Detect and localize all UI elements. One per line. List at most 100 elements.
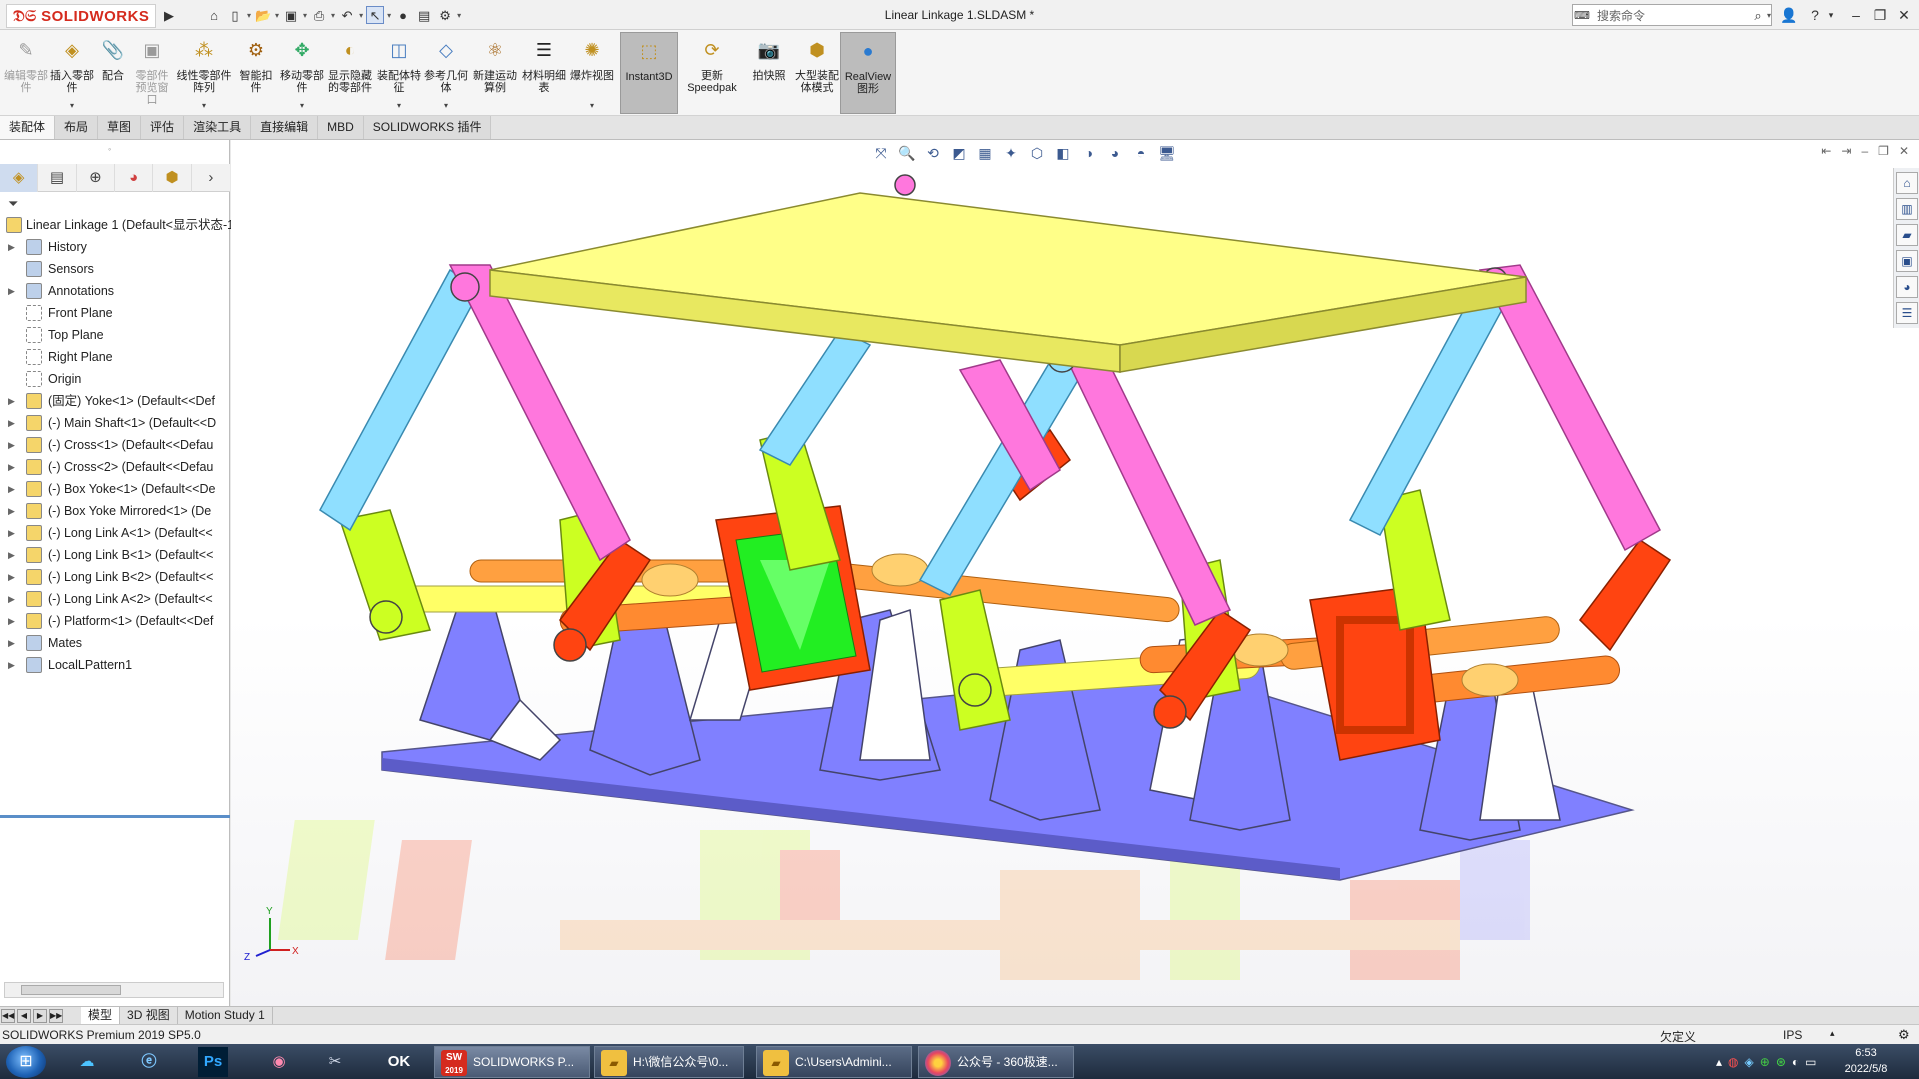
tab-render-tools[interactable]: 渲染工具 (184, 116, 252, 139)
expand-twisty-icon[interactable]: ▶ (8, 544, 15, 566)
graphics-area[interactable]: ⤧ 🔍 ⟲ ◩ ▦ ✦ ⬡ ◧ ◑ ◕ ◓ 🖥 ⇤ ⇥ – ❐ ✕ Y X Z … (231, 140, 1919, 1006)
tree-item[interactable]: ▶ (固定) Yoke<1> (Default<<Def (0, 390, 230, 412)
close-icon[interactable]: ✕ (1893, 4, 1915, 26)
search-commands-input[interactable]: ⌨ 搜索命令 ⌕ ▾ (1572, 4, 1772, 26)
tree-item[interactable]: ▶ (-) Box Yoke<1> (Default<<De (0, 478, 230, 500)
tree-item[interactable]: Top Plane (0, 324, 230, 346)
home-icon[interactable]: ⌂ (205, 6, 223, 24)
solidworks-logo[interactable]: 𝔇𝔖 SOLIDWORKS (6, 4, 156, 28)
traffic-light-icon[interactable]: ● (394, 6, 412, 24)
options-gear-icon[interactable]: ⚙ (436, 6, 454, 24)
save-dropdown-icon[interactable]: ▾ (303, 11, 307, 20)
expand-twisty-icon[interactable]: ▶ (8, 610, 15, 632)
taskbar-solidworks-button[interactable]: SW 2019 SOLIDWORKS P... (434, 1046, 590, 1078)
tab-layout[interactable]: 布局 (55, 116, 99, 139)
undo-icon[interactable]: ↶ (338, 6, 356, 24)
tab-evaluate[interactable]: 评估 (141, 116, 185, 139)
linear-pattern-button[interactable]: ⁂ 线性零部件阵列 ▾ (176, 32, 232, 114)
expand-twisty-icon[interactable]: ▶ (8, 456, 15, 478)
tray-360-icon[interactable]: ⊕ (1760, 1055, 1770, 1069)
new-motion-study-button[interactable]: ⚛ 新建运动算例 (472, 32, 518, 114)
search-mode-icon[interactable]: ⌨ (1573, 6, 1591, 24)
tab-motion-study-1[interactable]: Motion Study 1 (178, 1007, 273, 1024)
start-button[interactable]: ⊞ (6, 1046, 46, 1078)
save-icon[interactable]: ▣ (282, 6, 300, 24)
tab-3d-views[interactable]: 3D 视图 (120, 1007, 178, 1024)
insert-component-button[interactable]: ◈ 插入零部件 ▾ (50, 32, 94, 114)
exploded-view-button[interactable]: ✺ 爆炸视图 ▾ (570, 32, 614, 114)
tab-assembly[interactable]: 装配体 (0, 116, 56, 139)
tab-solidworks-addins[interactable]: SOLIDWORKS 插件 (363, 116, 492, 139)
dimxpert-tab-icon[interactable]: ⬢ (153, 164, 192, 192)
print-dropdown-icon[interactable]: ▾ (331, 11, 335, 20)
status-settings-icon[interactable]: ⚙ (1898, 1027, 1910, 1043)
expand-twisty-icon[interactable]: ▶ (8, 566, 15, 588)
file-properties-icon[interactable]: ▤ (415, 6, 433, 24)
help-dropdown-icon[interactable]: ▾ (1820, 4, 1842, 26)
expand-twisty-icon[interactable]: ▶ (8, 654, 15, 676)
assembly-features-button[interactable]: ◫ 装配体特征 ▾ (376, 32, 422, 114)
select-dropdown-icon[interactable]: ▾ (387, 11, 391, 20)
tray-app-icon[interactable]: ◍ (1728, 1055, 1738, 1069)
first-tab-nav-icon[interactable]: ◀◀ (1, 1008, 15, 1023)
open-dropdown-icon[interactable]: ▾ (275, 11, 279, 20)
tray-volume-icon[interactable]: ◐ (1792, 1055, 1799, 1069)
display-manager-tab-icon[interactable]: ◕ (115, 164, 154, 192)
screenshot-tool-icon[interactable]: ◉ (254, 1047, 304, 1077)
filter-icon[interactable]: ⏷ (8, 196, 18, 212)
tree-item[interactable]: ▶ (-) Cross<1> (Default<<Defau (0, 434, 230, 456)
design-library-icon[interactable]: ▥ (1896, 198, 1918, 220)
tray-security-icon[interactable]: ⊛ (1776, 1055, 1786, 1069)
expand-twisty-icon[interactable]: ▶ (8, 478, 15, 500)
assembly-model-view[interactable]: Y X Z (231, 140, 1919, 1006)
update-speedpak-button[interactable]: ⟳ 更新Speedpak (684, 32, 740, 114)
show-hidden-components-button[interactable]: ◐ 显示隐藏的零部件 (328, 32, 372, 114)
options-dropdown-icon[interactable]: ▾ (457, 11, 461, 20)
tree-item[interactable]: ▶ (-) Cross<2> (Default<<Defau (0, 456, 230, 478)
expand-twisty-icon[interactable]: ▶ (8, 588, 15, 610)
tab-direct-editing[interactable]: 直接编辑 (251, 116, 319, 139)
prev-tab-nav-icon[interactable]: ◀ (17, 1008, 31, 1023)
ie-browser-icon[interactable]: ⓔ (124, 1047, 174, 1077)
tab-model[interactable]: 模型 (81, 1007, 121, 1024)
photoshop-icon[interactable]: Ps (198, 1047, 228, 1077)
unit-system[interactable]: IPS (1783, 1028, 1802, 1042)
undo-dropdown-icon[interactable]: ▾ (359, 11, 363, 20)
restore-icon[interactable]: ❐ (1869, 4, 1891, 26)
mate-button[interactable]: 📎 配合 (96, 32, 130, 114)
tree-item[interactable]: ▶ (-) Main Shaft<1> (Default<<D (0, 412, 230, 434)
file-explorer-icon[interactable]: ▰ (1896, 224, 1918, 246)
taskbar-explorer-wechat-button[interactable]: ▰ H:\微信公众号\0... (594, 1046, 744, 1078)
bill-of-materials-button[interactable]: ☰ 材料明细表 (522, 32, 566, 114)
new-document-icon[interactable]: ▯ (226, 6, 244, 24)
scrollbar-thumb[interactable] (21, 985, 121, 995)
tree-root-assembly[interactable]: Linear Linkage 1 (Default<显示状态-1>) (0, 214, 246, 236)
component-preview-button[interactable]: ▣ 零部件预览窗口 (132, 32, 172, 114)
select-pointer-icon[interactable]: ↖ (366, 6, 385, 24)
expand-twisty-icon[interactable]: ▶ (8, 412, 15, 434)
taskbar-explorer-users-button[interactable]: ▰ C:\Users\Admini... (756, 1046, 912, 1078)
expand-twisty-icon[interactable]: ▶ (8, 500, 15, 522)
expand-twisty-icon[interactable]: ▶ (8, 280, 15, 302)
user-icon[interactable]: 👤 (1778, 4, 1800, 26)
tree-item[interactable]: ▶ LocalLPattern1 (0, 654, 230, 676)
baidu-netdisk-icon[interactable]: ☁ (62, 1047, 112, 1077)
search-dropdown-icon[interactable]: ▾ (1767, 11, 1771, 20)
tree-item[interactable]: ▶ (-) Platform<1> (Default<<Def (0, 610, 230, 632)
scissors-tool-icon[interactable]: ✂ (310, 1047, 360, 1077)
expand-twisty-icon[interactable]: ▶ (8, 522, 15, 544)
more-tabs-arrow-icon[interactable]: › (192, 164, 230, 192)
tray-network-icon[interactable]: ◈ (1745, 1055, 1754, 1069)
open-icon[interactable]: 📂 (254, 6, 272, 24)
tray-expand-icon[interactable]: ▴ (1716, 1055, 1722, 1069)
expand-twisty-icon[interactable]: ▶ (8, 236, 15, 258)
minimize-icon[interactable]: – (1845, 4, 1867, 26)
expand-twisty-icon[interactable]: ▶ (8, 390, 15, 412)
tree-item[interactable]: Right Plane (0, 346, 230, 368)
tree-item[interactable]: Origin (0, 368, 230, 390)
tab-mbd[interactable]: MBD (318, 116, 364, 139)
configuration-manager-tab-icon[interactable]: ⊕ (77, 164, 116, 192)
tree-item[interactable]: ▶ History (0, 236, 230, 258)
tree-horizontal-scrollbar[interactable] (4, 982, 224, 998)
move-component-button[interactable]: ✥ 移动零部件 ▾ (280, 32, 324, 114)
